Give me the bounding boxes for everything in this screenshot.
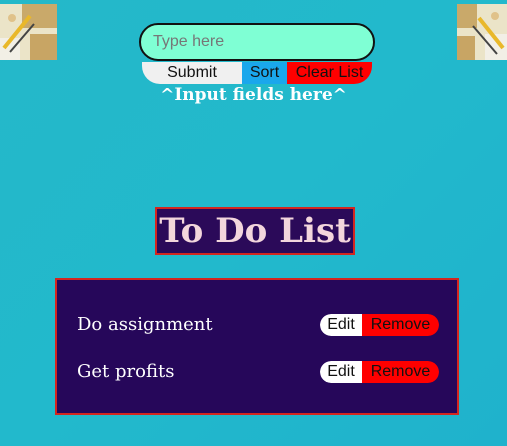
input-hint-text: ^Input fields here^ [160,85,347,105]
list-item: Get profits Edit Remove [77,360,439,384]
input-area [139,23,375,61]
edit-button[interactable]: Edit [320,314,362,336]
submit-button[interactable]: Submit [142,62,242,84]
input-button-row: Submit Sort Clear List [142,62,372,84]
todo-item-text: Do assignment [77,314,213,335]
todo-item-text: Get profits [77,361,175,382]
item-actions: Edit Remove [320,361,439,383]
remove-button[interactable]: Remove [362,361,439,383]
todo-input[interactable] [139,23,375,61]
list-item: Do assignment Edit Remove [77,313,439,337]
page-title: To Do List [155,207,355,255]
todo-list: Do assignment Edit Remove Get profits Ed… [55,278,459,415]
corner-image-left [0,4,57,60]
corner-image-right [457,4,507,60]
item-actions: Edit Remove [320,314,439,336]
remove-button[interactable]: Remove [362,314,439,336]
clear-list-button[interactable]: Clear List [287,62,372,84]
edit-button[interactable]: Edit [320,361,362,383]
sort-button[interactable]: Sort [242,62,287,84]
